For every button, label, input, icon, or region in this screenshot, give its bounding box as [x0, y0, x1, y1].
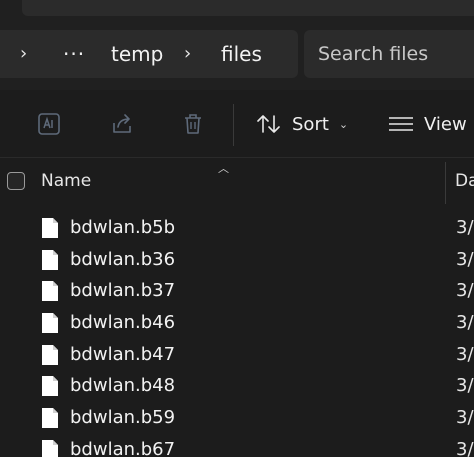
file-date: 3/	[456, 217, 474, 238]
file-date: 3/	[456, 312, 474, 334]
sort-label: Sort	[292, 113, 329, 135]
list-item[interactable]: bdwlan.b59 3/	[0, 402, 474, 434]
file-name: bdwlan.b59	[70, 407, 176, 429]
view-label: View	[424, 113, 467, 135]
breadcrumb-item-files[interactable]: files	[221, 41, 262, 67]
file-date: 3/	[456, 280, 474, 302]
list-item[interactable]: bdwlan.b48 3/	[0, 370, 474, 402]
share-icon	[113, 114, 131, 133]
file-name: bdwlan.b46	[70, 312, 176, 334]
sort-button[interactable]: Sort ⌄	[256, 108, 348, 140]
file-name: bdwlan.b48	[70, 375, 176, 397]
document-icon	[42, 281, 58, 302]
file-date: 3/	[456, 438, 474, 457]
list-item[interactable]: bdwlan.b47 3/	[0, 339, 474, 371]
document-icon	[42, 218, 58, 238]
document-icon	[42, 344, 58, 365]
share-button[interactable]	[106, 108, 138, 140]
file-date: 3/	[456, 343, 474, 365]
view-button[interactable]: View	[388, 108, 467, 140]
list-item[interactable]: bdwlan.b36 3/	[0, 244, 474, 276]
list-item[interactable]: bdwlan.b5b 3/	[0, 212, 474, 244]
rename-button[interactable]	[33, 108, 65, 140]
file-name: bdwlan.b67	[70, 438, 176, 457]
delete-button[interactable]	[177, 108, 209, 140]
list-item[interactable]: bdwlan.b37 3/	[0, 275, 474, 307]
select-all-checkbox[interactable]	[7, 172, 25, 190]
file-date: 3/	[456, 248, 474, 270]
file-name: bdwlan.b37	[70, 280, 176, 302]
file-list: bdwlan.b5b 3/ bdwlan.b36 3/ bdwlan.b37 3…	[0, 212, 474, 457]
chevron-down-icon: ⌄	[338, 117, 349, 131]
file-date: 3/	[456, 375, 474, 397]
document-icon	[42, 249, 58, 270]
list-item[interactable]: bdwlan.b46 3/	[0, 307, 474, 339]
sort-icon	[257, 115, 280, 133]
document-icon	[42, 313, 58, 334]
file-name: bdwlan.b36	[70, 248, 176, 270]
breadcrumb[interactable]: › ··· temp › files	[0, 30, 298, 78]
document-icon	[42, 376, 58, 397]
column-header: ︿ Name Da	[0, 160, 474, 204]
title-bar	[0, 0, 474, 28]
chevron-right-icon[interactable]: ›	[20, 43, 27, 65]
sort-ascending-icon: ︿	[218, 162, 229, 175]
document-icon	[42, 439, 58, 457]
list-item[interactable]: bdwlan.b67 3/	[0, 434, 474, 457]
column-header-name[interactable]: Name	[41, 171, 91, 191]
document-icon	[42, 408, 58, 429]
trash-icon	[185, 114, 201, 134]
tab-strip[interactable]	[22, 0, 474, 16]
chevron-right-icon[interactable]: ›	[184, 43, 191, 65]
file-name: bdwlan.b47	[70, 343, 176, 365]
search-input[interactable]	[318, 40, 468, 68]
address-row: › ··· temp › files	[0, 28, 474, 90]
search-box[interactable]	[304, 30, 474, 78]
toolbar-divider	[233, 104, 234, 146]
file-date: 3/	[456, 407, 474, 429]
column-resize-handle[interactable]	[445, 162, 446, 204]
breadcrumb-overflow[interactable]: ···	[63, 41, 85, 67]
breadcrumb-item-temp[interactable]: temp	[111, 41, 163, 67]
toolbar: Sort ⌄ View	[0, 90, 474, 158]
file-name: bdwlan.b5b	[70, 217, 176, 238]
view-list-icon	[389, 117, 413, 131]
column-header-date[interactable]: Da	[455, 171, 474, 191]
translate-icon	[38, 113, 60, 135]
